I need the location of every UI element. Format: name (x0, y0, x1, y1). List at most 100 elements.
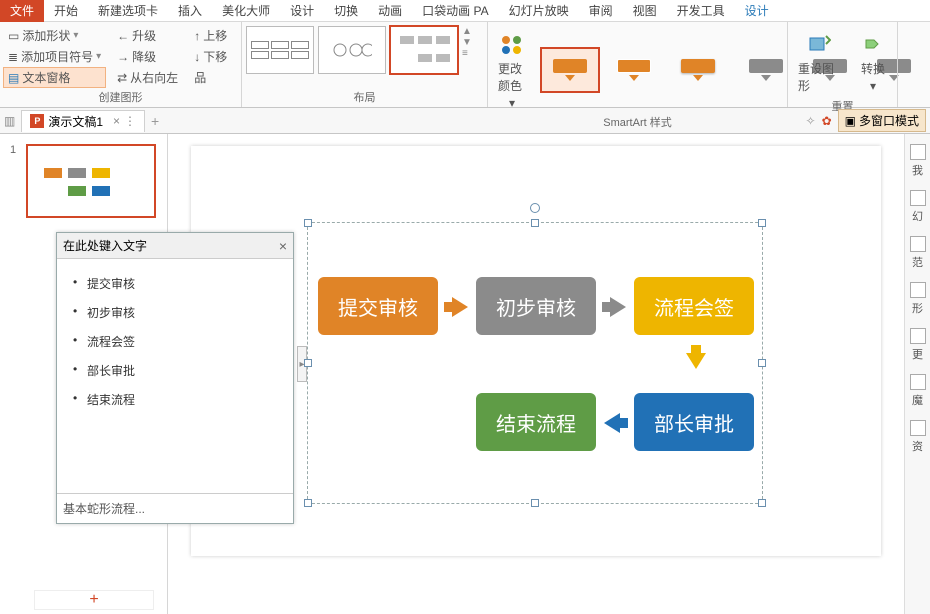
rtl-button[interactable]: ⇄从右向左 (113, 68, 182, 87)
move-down-button[interactable]: ↓下移 (190, 47, 231, 66)
right-item-7[interactable]: 资 (910, 420, 926, 454)
slide-thumb-1[interactable] (26, 144, 156, 218)
style-thumb-4[interactable] (736, 47, 796, 93)
tab-animation[interactable]: 动画 (368, 0, 412, 22)
slide[interactable]: ▸ 提交审核 初步审核 流程会签 部长审批 (191, 146, 881, 556)
node-end[interactable]: 结束流程 (476, 393, 596, 451)
ribbon-group-styles: 更改颜色 ▾ ▲▼≡ SmartArt 样式 (488, 22, 788, 107)
change-colors-icon (498, 30, 526, 58)
tab-insert[interactable]: 插入 (168, 0, 212, 22)
pin-icon[interactable]: ✧ (806, 114, 816, 128)
layout-gallery-more[interactable]: ▲▼≡ (462, 26, 472, 59)
gear-icon[interactable]: ✿ (822, 114, 832, 128)
textpane-icon: ▤ (8, 71, 19, 85)
tab-beauty[interactable]: 美化大师 (212, 0, 280, 22)
layout-thumb-2[interactable] (318, 26, 386, 74)
ribbon-group-create: ▭添加形状▾ ≣添加项目符号▾ ▤文本窗格 ←升级 →降级 ⇄从右向左 ↑上移 … (0, 22, 242, 107)
move-up-button[interactable]: ↑上移 (190, 26, 231, 45)
rtl-icon: ⇄ (117, 71, 127, 85)
promote-button[interactable]: ←升级 (113, 26, 182, 45)
multiwindow-icon: ▣ (845, 114, 856, 128)
right-item-2[interactable]: 幻 (910, 190, 926, 224)
tab-smartart-design[interactable]: 设计 (735, 0, 779, 22)
tab-pocket-anim[interactable]: 口袋动画 PA (412, 0, 498, 22)
right-item-6[interactable]: 魔 (910, 374, 926, 408)
list-item[interactable]: 初步审核 (63, 298, 287, 327)
document-title: 演示文稿1 (48, 113, 103, 130)
right-item-5[interactable]: 更 (910, 328, 926, 362)
resize-handle[interactable] (758, 499, 766, 507)
text-pane-list[interactable]: 提交审核 初步审核 流程会签 部长审批 结束流程 (57, 259, 293, 493)
group-label-create: 创建图形 (4, 89, 237, 107)
add-shape-icon: ▭ (8, 29, 19, 43)
tab-view[interactable]: 视图 (623, 0, 667, 22)
arrow-right-icon: → (117, 50, 129, 64)
tab-newtab[interactable]: 新建选项卡 (88, 0, 168, 22)
text-pane-button[interactable]: ▤文本窗格 (4, 68, 105, 87)
arrow-left-icon: ← (117, 29, 129, 43)
style-thumb-3[interactable] (668, 47, 728, 93)
list-item[interactable]: 部长审批 (63, 356, 287, 385)
ribbon: ▭添加形状▾ ≣添加项目符号▾ ▤文本窗格 ←升级 →降级 ⇄从右向左 ↑上移 … (0, 22, 930, 108)
arrow-up-icon: ↑ (194, 29, 200, 43)
tab-slideshow[interactable]: 幻灯片放映 (499, 0, 579, 22)
demote-button[interactable]: →降级 (113, 47, 182, 66)
powerpoint-icon: P (30, 114, 44, 128)
new-tab-button[interactable]: + (151, 113, 159, 129)
tab-devtools[interactable]: 开发工具 (667, 0, 735, 22)
tab-bar: 文件 开始 新建选项卡 插入 美化大师 设计 切换 动画 口袋动画 PA 幻灯片… (0, 0, 930, 22)
right-item-4[interactable]: 形 (910, 282, 926, 316)
group-label-styles: SmartArt 样式 (492, 114, 783, 132)
list-item[interactable]: 流程会签 (63, 327, 287, 356)
list-item[interactable]: 结束流程 (63, 385, 287, 414)
resize-handle[interactable] (304, 219, 312, 227)
convert-icon (859, 30, 887, 58)
ribbon-group-layout: ▲▼≡ 布局 (242, 22, 488, 107)
resize-handle[interactable] (531, 219, 539, 227)
change-colors-button[interactable]: 更改颜色 ▾ (492, 26, 532, 114)
convert-button[interactable]: 转换▾ (853, 26, 893, 97)
add-slide-button[interactable]: + (34, 590, 154, 610)
resize-handle[interactable] (758, 359, 766, 367)
close-icon[interactable]: × (279, 238, 287, 254)
add-shape-button[interactable]: ▭添加形状▾ (4, 26, 105, 45)
node-submit[interactable]: 提交审核 (318, 277, 438, 335)
layout-opt-icon: 品 (194, 69, 206, 86)
tab-transition[interactable]: 切换 (324, 0, 368, 22)
text-pane-title-bar[interactable]: 在此处键入文字 × (57, 233, 293, 259)
node-initial[interactable]: 初步审核 (476, 277, 596, 335)
tab-home[interactable]: 开始 (44, 0, 88, 22)
tab-review[interactable]: 审阅 (579, 0, 623, 22)
node-director[interactable]: 部长审批 (634, 393, 754, 451)
reset-icon (805, 30, 833, 58)
reset-graphic-button[interactable]: 重设图形 (792, 26, 845, 98)
layout-thumb-3[interactable] (390, 26, 458, 74)
doc-more-icon[interactable]: ⋮ (124, 114, 136, 128)
right-item-3[interactable]: 范 (910, 236, 926, 270)
multi-window-button[interactable]: ▣ 多窗口模式 (838, 109, 926, 132)
rotate-handle[interactable] (530, 203, 540, 213)
style-thumb-2[interactable] (604, 47, 664, 93)
resize-handle[interactable] (531, 499, 539, 507)
layout-thumb-1[interactable] (246, 26, 314, 74)
arrow-down-icon: ↓ (194, 50, 200, 64)
tab-list-icon[interactable]: ▥ (4, 114, 15, 128)
tab-file[interactable]: 文件 (0, 0, 44, 22)
list-item[interactable]: 提交审核 (63, 269, 287, 298)
text-pane[interactable]: 在此处键入文字 × 提交审核 初步审核 流程会签 部长审批 结束流程 基本蛇形流… (56, 232, 294, 524)
doc-close-icon[interactable]: × (113, 114, 120, 128)
resize-handle[interactable] (758, 219, 766, 227)
group-label-layout: 布局 (246, 89, 483, 107)
node-flow[interactable]: 流程会签 (634, 277, 754, 335)
right-item-1[interactable]: 我 (910, 144, 926, 178)
resize-handle[interactable] (304, 359, 312, 367)
document-tab[interactable]: P 演示文稿1 × ⋮ (21, 110, 145, 132)
add-bullet-button[interactable]: ≣添加项目符号▾ (4, 47, 105, 66)
resize-handle[interactable] (304, 499, 312, 507)
style-thumb-1[interactable] (540, 47, 600, 93)
smartart-container[interactable]: 提交审核 初步审核 流程会签 部长审批 结束流程 (307, 222, 763, 504)
arrow-icon (452, 297, 468, 317)
document-bar: ▥ P 演示文稿1 × ⋮ + ✧ ✿ ▣ 多窗口模式 (0, 108, 930, 134)
layout-options-button[interactable]: 品 (190, 68, 231, 87)
tab-design[interactable]: 设计 (280, 0, 324, 22)
